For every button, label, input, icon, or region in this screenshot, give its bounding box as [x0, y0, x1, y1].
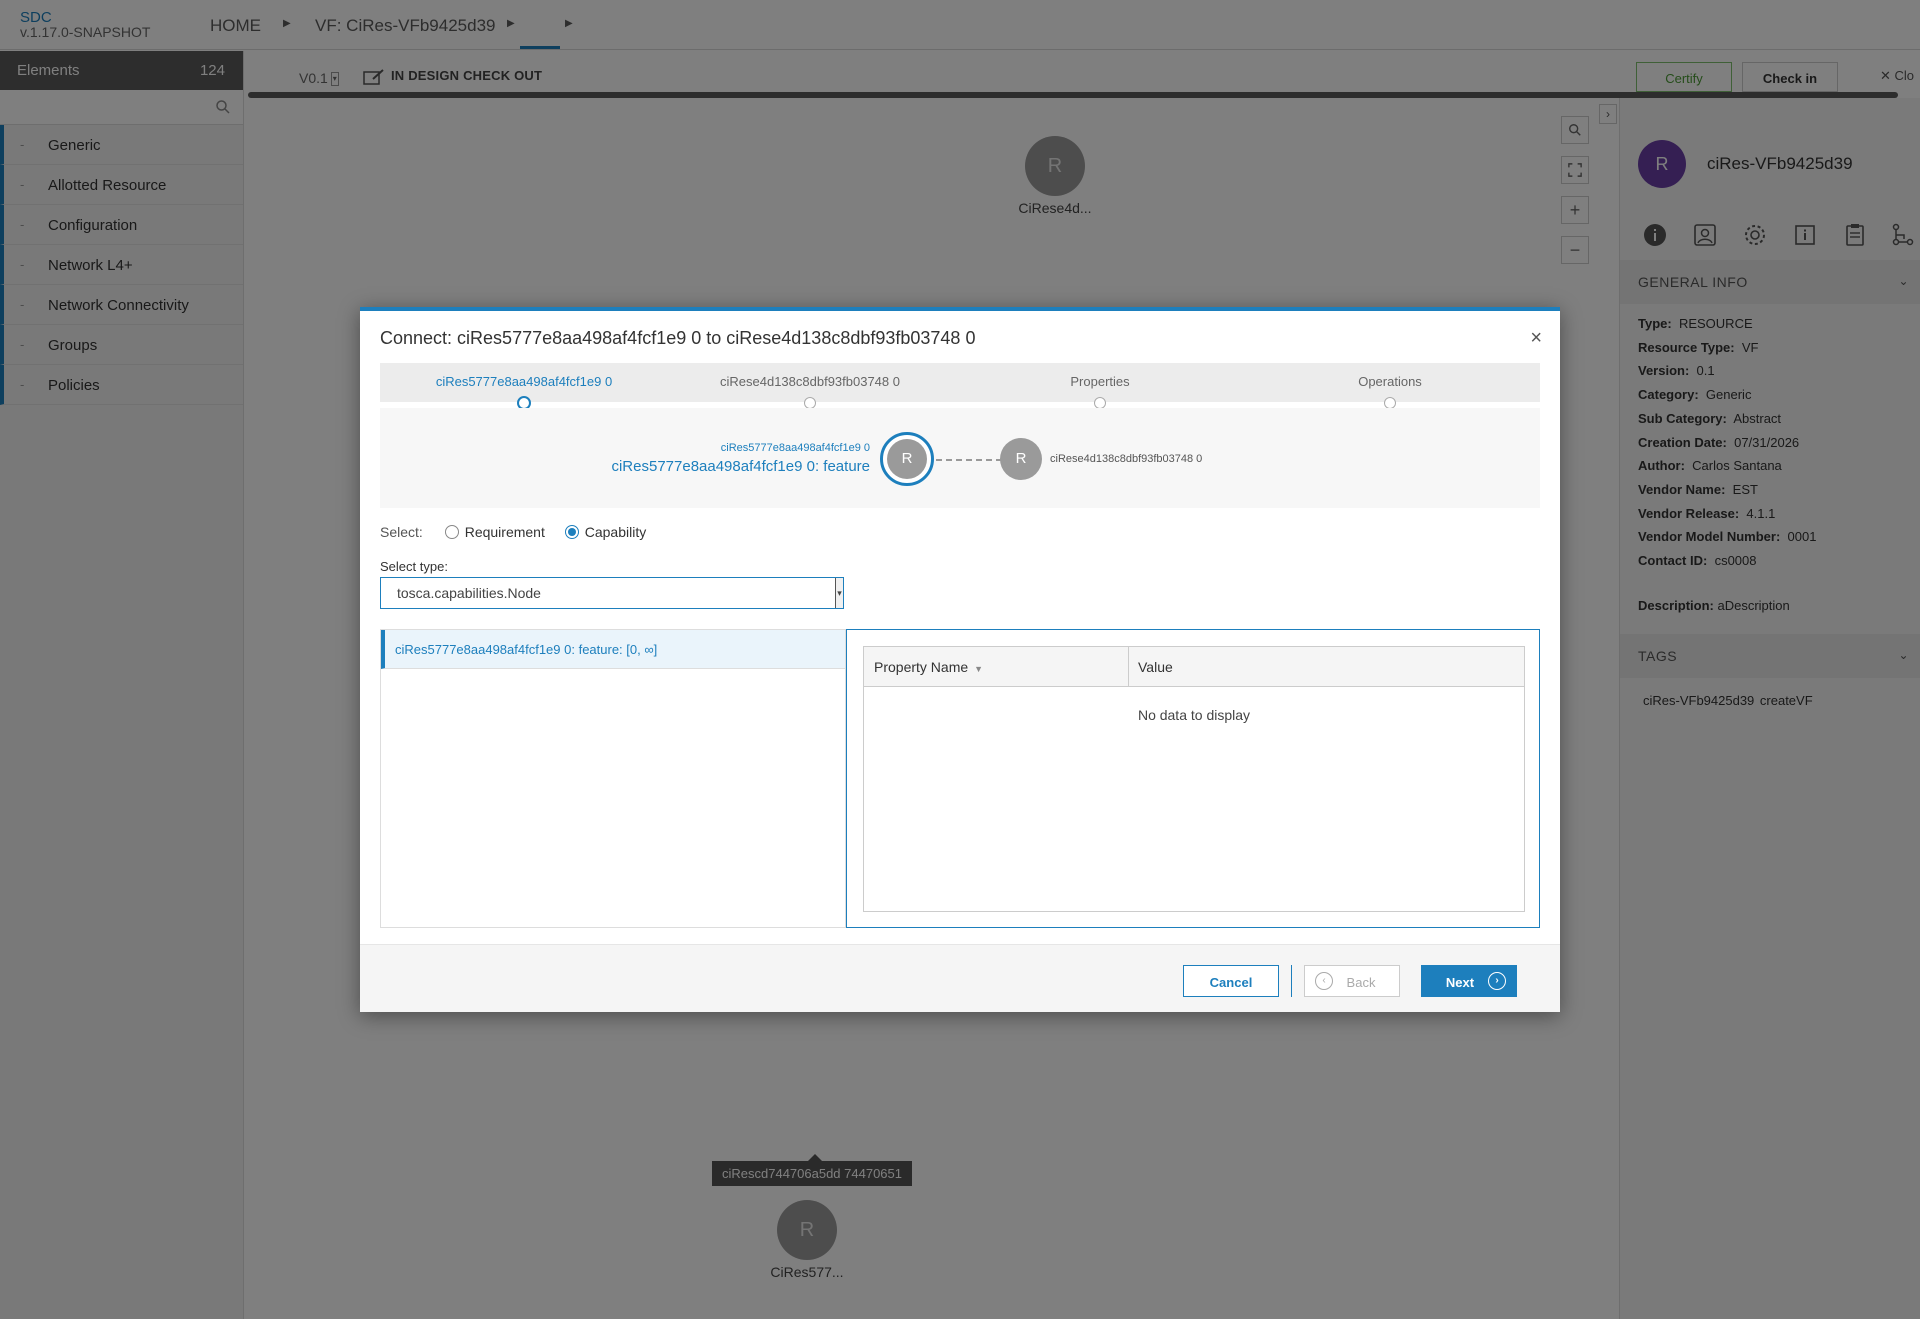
back-button[interactable]: ‹ Back — [1304, 965, 1400, 997]
column-header-value[interactable]: Value — [1138, 659, 1173, 675]
select-type-value: tosca.capabilities.Node — [397, 585, 541, 601]
capability-label: Capability — [584, 524, 647, 540]
dialog-title: Connect: ciRes5777e8aa498af4fcf1e9 0 to … — [380, 328, 976, 348]
select-label: Select: — [380, 524, 423, 540]
column-label: Property Name — [874, 659, 969, 675]
column-header-property-name[interactable]: Property Name ▼ — [874, 659, 983, 675]
sort-down-icon: ▼ — [974, 664, 984, 674]
step-to-node[interactable]: ciRese4d138c8dbf93fb03748 0 — [690, 374, 930, 389]
capability-radio[interactable] — [564, 525, 579, 539]
footer-divider — [1291, 965, 1292, 997]
properties-table: Property Name ▼ Value No data to display — [863, 646, 1525, 912]
requirement-label: Requirement — [464, 524, 545, 540]
requirement-radio-option[interactable]: Requirement — [444, 524, 545, 540]
wizard-stepper: ciRes5777e8aa498af4fcf1e9 0 ciRese4d138c… — [380, 363, 1540, 410]
select-type-dropdown[interactable]: tosca.capabilities.Node ▾ — [380, 577, 844, 609]
from-node-capability: ciRes5777e8aa498af4fcf1e9 0: feature — [611, 458, 870, 475]
close-icon[interactable]: × — [1530, 327, 1542, 350]
from-node-name: ciRes5777e8aa498af4fcf1e9 0 — [720, 442, 870, 454]
step-from-node[interactable]: ciRes5777e8aa498af4fcf1e9 0 — [404, 374, 644, 389]
chevron-down-icon: ▾ — [835, 578, 843, 608]
from-node-circle: R — [880, 432, 934, 486]
step-properties[interactable]: Properties — [980, 374, 1220, 389]
chevron-left-icon: ‹ — [1315, 972, 1333, 990]
to-node-name: ciRese4d138c8dbf93fb03748 0 — [1050, 453, 1203, 465]
select-type-label: Select type: — [380, 559, 448, 574]
connection-preview: ciRes5777e8aa498af4fcf1e9 0 ciRes5777e8a… — [380, 408, 1540, 508]
column-divider — [1128, 647, 1129, 687]
table-header: Property Name ▼ Value — [864, 647, 1524, 687]
capability-list: ciRes5777e8aa498af4fcf1e9 0: feature: [0… — [380, 629, 846, 928]
capability-list-item[interactable]: ciRes5777e8aa498af4fcf1e9 0: feature: [0… — [381, 630, 845, 669]
to-node-circle: R — [1000, 438, 1042, 480]
back-label: Back — [1346, 975, 1376, 990]
dialog-footer: Cancel ‹ Back Next › — [360, 944, 1560, 1012]
capability-radio-option[interactable]: Capability — [564, 524, 647, 540]
properties-panel: Property Name ▼ Value No data to display — [846, 629, 1540, 928]
requirement-radio[interactable] — [444, 525, 459, 539]
select-mode-row: Select: Requirement Capability — [380, 524, 646, 540]
from-node-letter: R — [887, 439, 927, 479]
connect-dialog: Connect: ciRes5777e8aa498af4fcf1e9 0 to … — [360, 307, 1560, 1012]
step-operations[interactable]: Operations — [1270, 374, 1510, 389]
cancel-button[interactable]: Cancel — [1183, 965, 1279, 997]
empty-table-message: No data to display — [1137, 707, 1251, 723]
next-label: Next — [1445, 975, 1475, 990]
next-button[interactable]: Next › — [1421, 965, 1517, 997]
connection-line — [936, 459, 1002, 461]
chevron-right-icon: › — [1488, 972, 1506, 990]
